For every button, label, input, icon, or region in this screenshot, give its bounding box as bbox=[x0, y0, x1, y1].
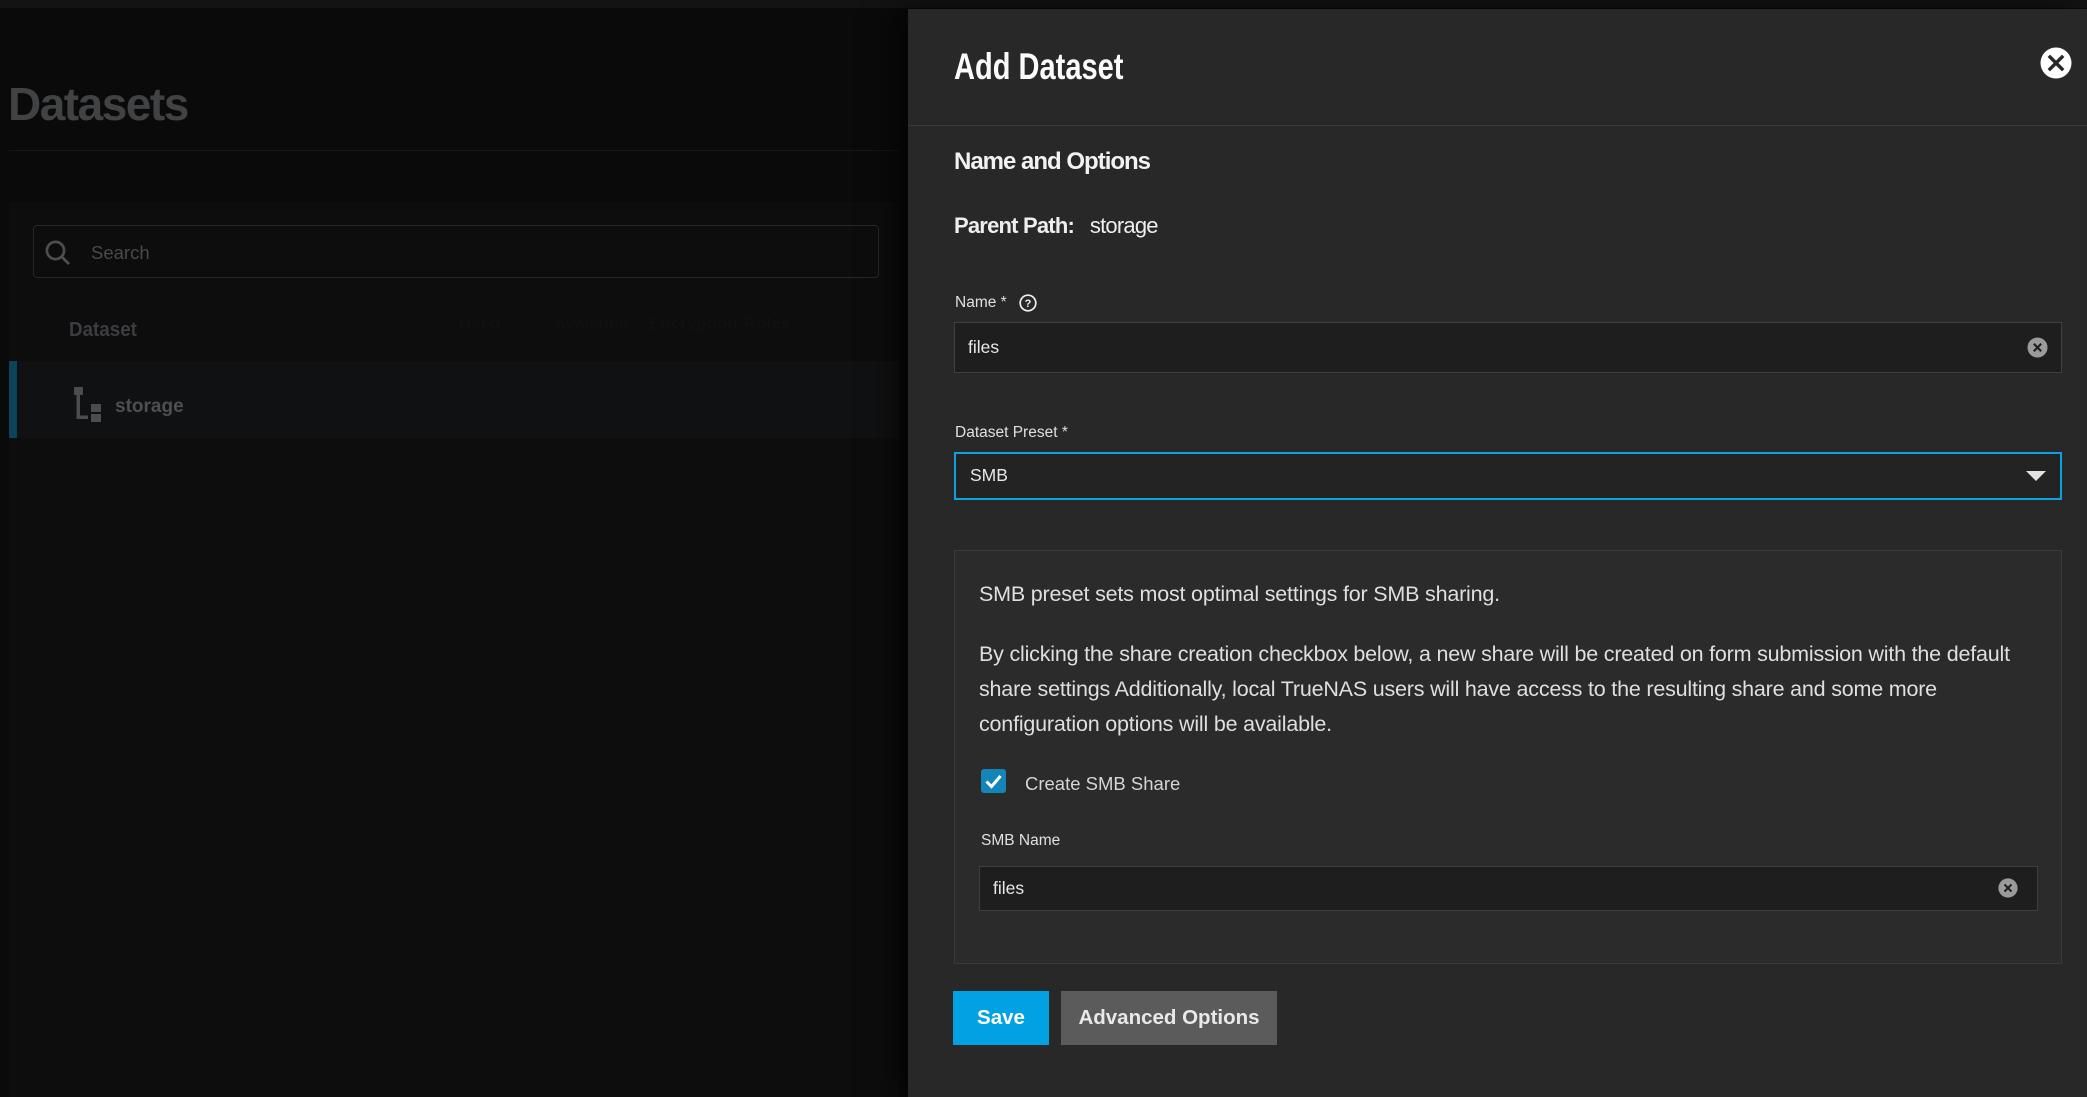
svg-text:?: ? bbox=[1025, 298, 1032, 310]
